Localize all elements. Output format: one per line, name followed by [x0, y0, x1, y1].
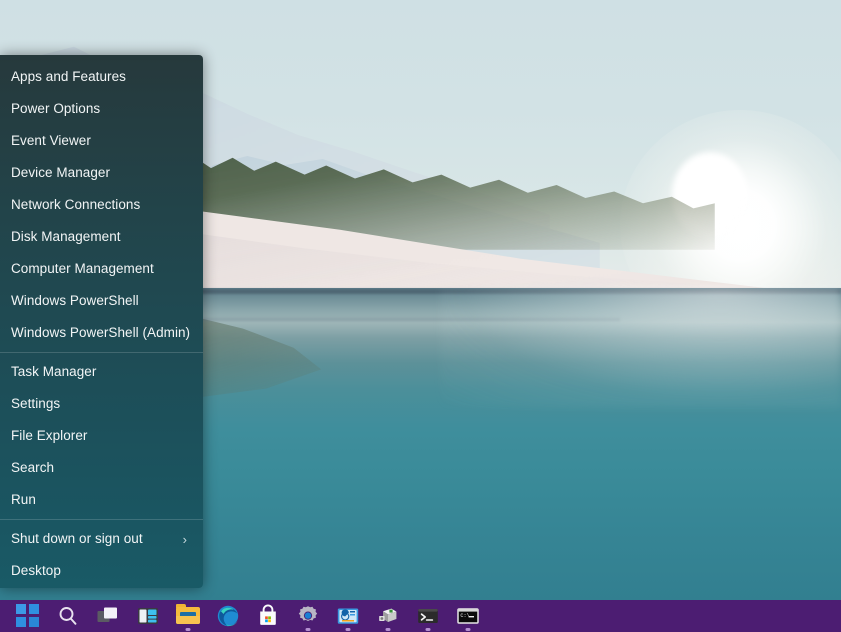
menu-item-label: Device Manager	[11, 157, 193, 189]
winx-quick-link-menu[interactable]: Apps and Features Power Options Event Vi…	[0, 55, 203, 588]
menu-group-tools: Task Manager Settings File Explorer Sear…	[0, 356, 203, 516]
menu-item-label: Network Connections	[11, 189, 193, 221]
running-indicator	[386, 628, 391, 631]
terminal-button[interactable]	[408, 600, 448, 632]
task-view-icon	[96, 604, 120, 628]
menu-item-task-manager[interactable]: Task Manager	[0, 356, 203, 388]
menu-item-label: Shut down or sign out	[11, 523, 183, 555]
settings-button[interactable]	[288, 600, 328, 632]
menu-item-apps-and-features[interactable]: Apps and Features	[0, 61, 203, 93]
command-prompt-icon: C:\	[456, 604, 480, 628]
menu-item-label: Windows PowerShell (Admin)	[11, 317, 193, 349]
edge-button[interactable]	[208, 600, 248, 632]
desktop-screen: Apps and Features Power Options Event Vi…	[0, 0, 841, 632]
menu-item-network-connections[interactable]: Network Connections	[0, 189, 203, 221]
svg-text:C:\: C:\	[460, 613, 469, 619]
menu-item-windows-powershell-admin[interactable]: Windows PowerShell (Admin)	[0, 317, 203, 349]
menu-item-label: Settings	[11, 388, 193, 420]
windows-logo-icon	[16, 604, 40, 628]
menu-group-system: Apps and Features Power Options Event Vi…	[0, 55, 203, 349]
menu-item-label: File Explorer	[11, 420, 193, 452]
water-sun-reflection	[440, 288, 841, 408]
menu-item-label: Task Manager	[11, 356, 193, 388]
menu-item-label: Power Options	[11, 93, 193, 125]
command-prompt-button[interactable]: C:\	[448, 600, 488, 632]
menu-item-search[interactable]: Search	[0, 452, 203, 484]
menu-item-disk-management[interactable]: Disk Management	[0, 221, 203, 253]
taskbar[interactable]: C:\	[0, 600, 841, 632]
menu-item-label: Computer Management	[11, 253, 193, 285]
menu-separator-1	[0, 352, 203, 353]
menu-item-computer-management[interactable]: Computer Management	[0, 253, 203, 285]
menu-item-label: Apps and Features	[11, 61, 193, 93]
search-button[interactable]	[48, 600, 88, 632]
menu-item-event-viewer[interactable]: Event Viewer	[0, 125, 203, 157]
search-icon	[56, 604, 80, 628]
menu-item-device-manager[interactable]: Device Manager	[0, 157, 203, 189]
running-indicator	[426, 628, 431, 631]
chevron-right-icon: ›	[183, 533, 187, 546]
terminal-icon	[416, 604, 440, 628]
store-button[interactable]	[248, 600, 288, 632]
menu-item-label: Event Viewer	[11, 125, 193, 157]
menu-item-label: Disk Management	[11, 221, 193, 253]
edge-icon	[216, 604, 240, 628]
folder-icon	[176, 604, 200, 628]
cube-3d-icon	[376, 604, 400, 628]
running-indicator	[466, 628, 471, 631]
running-indicator	[306, 628, 311, 631]
menu-item-windows-powershell[interactable]: Windows PowerShell	[0, 285, 203, 317]
menu-item-run[interactable]: Run	[0, 484, 203, 516]
menu-item-label: Desktop	[11, 555, 193, 587]
task-view-button[interactable]	[88, 600, 128, 632]
menu-item-label: Search	[11, 452, 193, 484]
store-icon	[256, 604, 280, 628]
menu-item-label: Windows PowerShell	[11, 285, 193, 317]
widgets-button[interactable]	[128, 600, 168, 632]
running-indicator	[346, 628, 351, 631]
menu-item-settings[interactable]: Settings	[0, 388, 203, 420]
control-panel-button[interactable]	[328, 600, 368, 632]
menu-item-file-explorer[interactable]: File Explorer	[0, 420, 203, 452]
control-panel-icon	[336, 604, 360, 628]
start-button[interactable]	[8, 600, 48, 632]
menu-group-session: Shut down or sign out › Desktop	[0, 523, 203, 587]
widgets-icon	[136, 604, 160, 628]
menu-separator-2	[0, 519, 203, 520]
menu-item-power-options[interactable]: Power Options	[0, 93, 203, 125]
gear-icon	[296, 604, 320, 628]
menu-item-label: Run	[11, 484, 193, 516]
running-indicator	[186, 628, 191, 631]
file-explorer-button[interactable]	[168, 600, 208, 632]
viewer3d-button[interactable]	[368, 600, 408, 632]
menu-item-shut-down-or-sign-out[interactable]: Shut down or sign out ›	[0, 523, 203, 555]
menu-item-desktop[interactable]: Desktop	[0, 555, 203, 587]
